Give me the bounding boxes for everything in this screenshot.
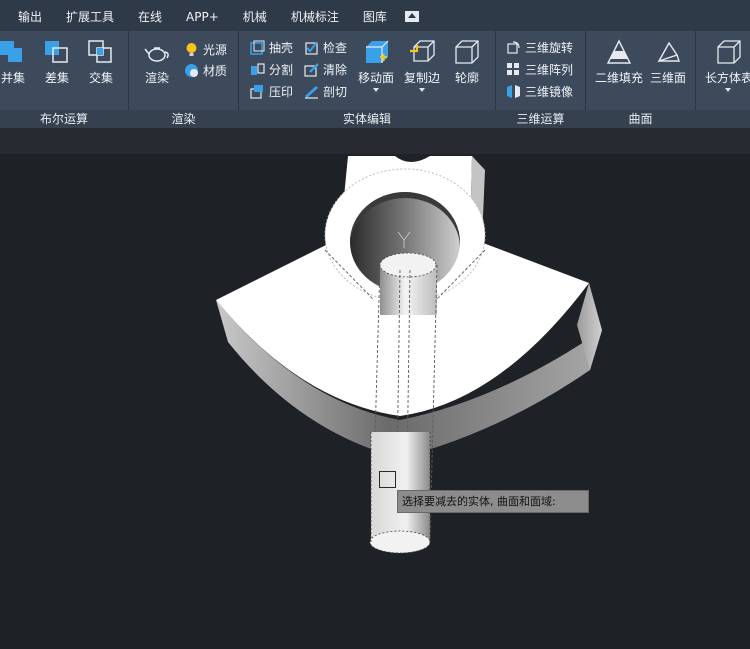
ribbon-collapse-icon[interactable] [404,11,419,22]
chevron-down-icon[interactable] [419,88,425,92]
ribbon-group-labels: 布尔运算 渲染 实体编辑 三维运算 曲面 [0,110,750,128]
tab-library[interactable]: 图库 [351,0,399,31]
drawing-viewport[interactable]: 选择要减去的实体, 曲面和面域: [0,154,750,649]
mirror3d-button[interactable]: 三维镜像 [506,81,573,101]
intersect-button[interactable]: 交集 [88,39,114,86]
render-label: 渲染 [144,71,169,85]
outline-label: 轮廓 [454,71,479,85]
face3d-icon [655,39,681,65]
box-label: 长方体表 [705,71,750,85]
subtract-icon [44,39,70,65]
mirror3d-label: 三维镜像 [525,84,574,99]
clean-icon [304,62,319,77]
shell-label: 抽壳 [269,40,294,55]
box-button[interactable]: 长方体表 [705,39,750,92]
fill2d-icon [606,39,632,65]
render-button[interactable]: 渲染 [142,39,172,86]
mirror3d-icon [506,84,521,99]
shell-button[interactable]: 抽壳 [250,37,293,57]
ribbon-panel: 并集 差集 交集 渲染 光源 材质 抽壳 分割 压印 检查 清除 剖切 移动面 … [0,31,750,128]
intersect-label: 交集 [88,71,113,85]
outline-button[interactable]: 轮廓 [452,39,482,86]
chevron-down-icon[interactable] [724,88,731,92]
copy-edge-label: 复制边 [403,71,440,85]
array3d-button[interactable]: 三维阵列 [506,59,573,79]
group-label-solid-edit: 实体编辑 [342,112,391,126]
group-label-render: 渲染 [171,112,196,126]
group-label-3d-ops: 三维运算 [516,112,565,126]
tab-mechanical[interactable]: 机械 [231,0,279,31]
intersect-icon [88,39,114,65]
tab-extension-tools[interactable]: 扩展工具 [54,0,126,31]
slice-label: 剖切 [323,84,348,99]
union-icon [0,39,26,65]
union-button[interactable]: 并集 [0,39,26,86]
material-label: 材质 [203,63,228,78]
chevron-down-icon[interactable] [373,88,379,92]
subtract-button[interactable]: 差集 [44,39,70,86]
fill2d-button[interactable]: 二维填充 [593,39,645,86]
drawing-tab-strip [0,128,750,154]
tab-app-plus[interactable]: APP+ [174,0,231,31]
separate-label: 分割 [269,62,294,77]
clean-button[interactable]: 清除 [304,59,347,79]
face3d-button[interactable]: 三维面 [649,39,687,86]
copy-edge-button[interactable]: 复制边 [402,39,442,92]
separate-button[interactable]: 分割 [250,59,293,79]
outline-icon [454,39,480,65]
shell-icon [250,40,265,55]
group-label-surface: 曲面 [628,112,653,126]
slice-button[interactable]: 剖切 [304,81,347,101]
check-label: 检查 [323,40,348,55]
face3d-label: 三维面 [649,71,686,85]
tab-mechanical-dimension[interactable]: 机械标注 [279,0,351,31]
copy-edge-icon [409,39,435,65]
clean-label: 清除 [323,62,348,77]
group-label-boolean: 布尔运算 [39,112,88,126]
command-prompt-tooltip: 选择要减去的实体, 曲面和面域: [397,490,589,513]
tab-online[interactable]: 在线 [126,0,174,31]
separate-icon [250,62,265,77]
union-label: 并集 [0,71,25,85]
menu-tab-bar: 输出 扩展工具 在线 APP+ 机械 机械标注 图库 [0,0,750,31]
bulb-icon [184,42,199,57]
array3d-icon [506,62,521,77]
material-button[interactable]: 材质 [184,60,227,80]
slice-icon [304,84,319,99]
tab-output[interactable]: 输出 [0,0,54,31]
move-face-label: 移动面 [357,71,394,85]
imprint-icon [250,84,265,99]
subtract-label: 差集 [44,71,69,85]
material-icon [184,63,199,78]
light-label: 光源 [203,42,228,57]
move-face-icon [363,39,389,65]
model-drawing [216,156,602,554]
imprint-button[interactable]: 压印 [250,81,293,101]
rotate3d-button[interactable]: 三维旋转 [506,37,573,57]
move-face-button[interactable]: 移动面 [356,39,396,92]
rotate3d-icon [506,40,521,55]
imprint-label: 压印 [269,84,294,99]
box-icon [715,39,741,65]
light-button[interactable]: 光源 [184,39,227,59]
check-button[interactable]: 检查 [304,37,347,57]
fill2d-label: 二维填充 [594,71,643,85]
check-icon [304,40,319,55]
pickbox-cursor [379,471,396,488]
rotate3d-label: 三维旋转 [525,40,574,55]
teapot-icon [144,39,170,65]
array3d-label: 三维阵列 [525,62,574,77]
